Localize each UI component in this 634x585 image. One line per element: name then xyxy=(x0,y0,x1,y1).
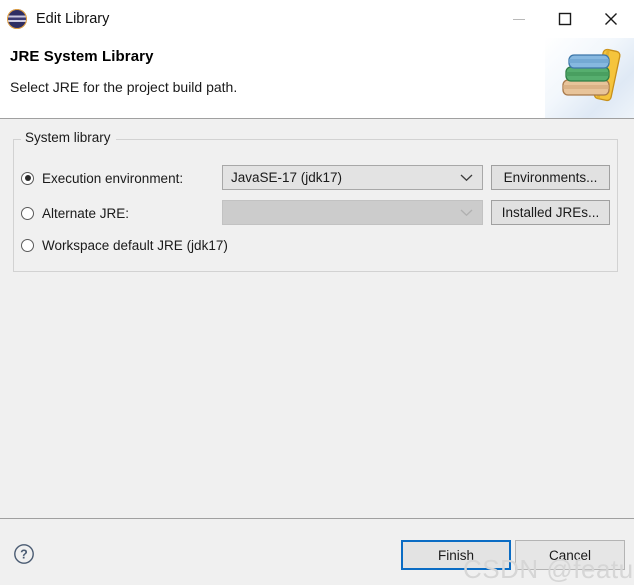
eclipse-icon xyxy=(7,9,27,29)
radio-execution-environment[interactable] xyxy=(21,171,34,185)
help-button[interactable]: ? xyxy=(13,543,35,565)
radio-workspace-default-jre[interactable] xyxy=(21,238,34,252)
option-alternate-jre[interactable]: Alternate JRE: xyxy=(21,201,129,225)
title-bar: Edit Library xyxy=(0,0,634,38)
dialog-footer: ? Finish Cancel xyxy=(0,519,634,585)
finish-button[interactable]: Finish xyxy=(401,540,511,570)
close-button[interactable] xyxy=(588,0,634,38)
installed-jres-button[interactable]: Installed JREs... xyxy=(491,200,610,225)
environments-button[interactable]: Environments... xyxy=(491,165,610,190)
alternate-jre-combo xyxy=(222,200,483,225)
minimize-icon xyxy=(513,19,525,20)
maximize-button[interactable] xyxy=(542,0,588,38)
radio-alternate-jre[interactable] xyxy=(21,206,34,220)
page-title: JRE System Library xyxy=(10,48,154,65)
help-icon: ? xyxy=(14,544,34,564)
minimize-button[interactable] xyxy=(496,0,542,38)
window-title: Edit Library xyxy=(36,11,110,27)
cancel-button[interactable]: Cancel xyxy=(515,540,625,570)
chevron-down-icon xyxy=(460,166,473,189)
group-label: System library xyxy=(21,131,116,145)
svg-text:?: ? xyxy=(20,548,28,562)
label-workspace-default-jre: Workspace default JRE (jdk17) xyxy=(42,237,228,253)
window-controls xyxy=(496,0,634,38)
books-icon xyxy=(562,48,621,102)
option-execution-environment[interactable]: Execution environment: xyxy=(21,166,183,190)
dialog-header: JRE System Library Select JRE for the pr… xyxy=(0,38,634,118)
label-alternate-jre: Alternate JRE: xyxy=(42,205,130,221)
maximize-icon xyxy=(558,12,572,26)
label-execution-environment: Execution environment: xyxy=(42,170,184,186)
header-banner xyxy=(545,38,634,118)
dialog-body: System library Execution environment: Ja… xyxy=(0,119,634,518)
page-subtitle: Select JRE for the project build path. xyxy=(10,79,238,95)
close-icon xyxy=(605,13,617,25)
option-workspace-default-jre[interactable]: Workspace default JRE (jdk17) xyxy=(21,233,228,257)
execution-environment-combo-value: JavaSE-17 (jdk17) xyxy=(231,170,343,185)
chevron-down-icon-disabled xyxy=(460,201,473,224)
execution-environment-combo[interactable]: JavaSE-17 (jdk17) xyxy=(222,165,483,190)
